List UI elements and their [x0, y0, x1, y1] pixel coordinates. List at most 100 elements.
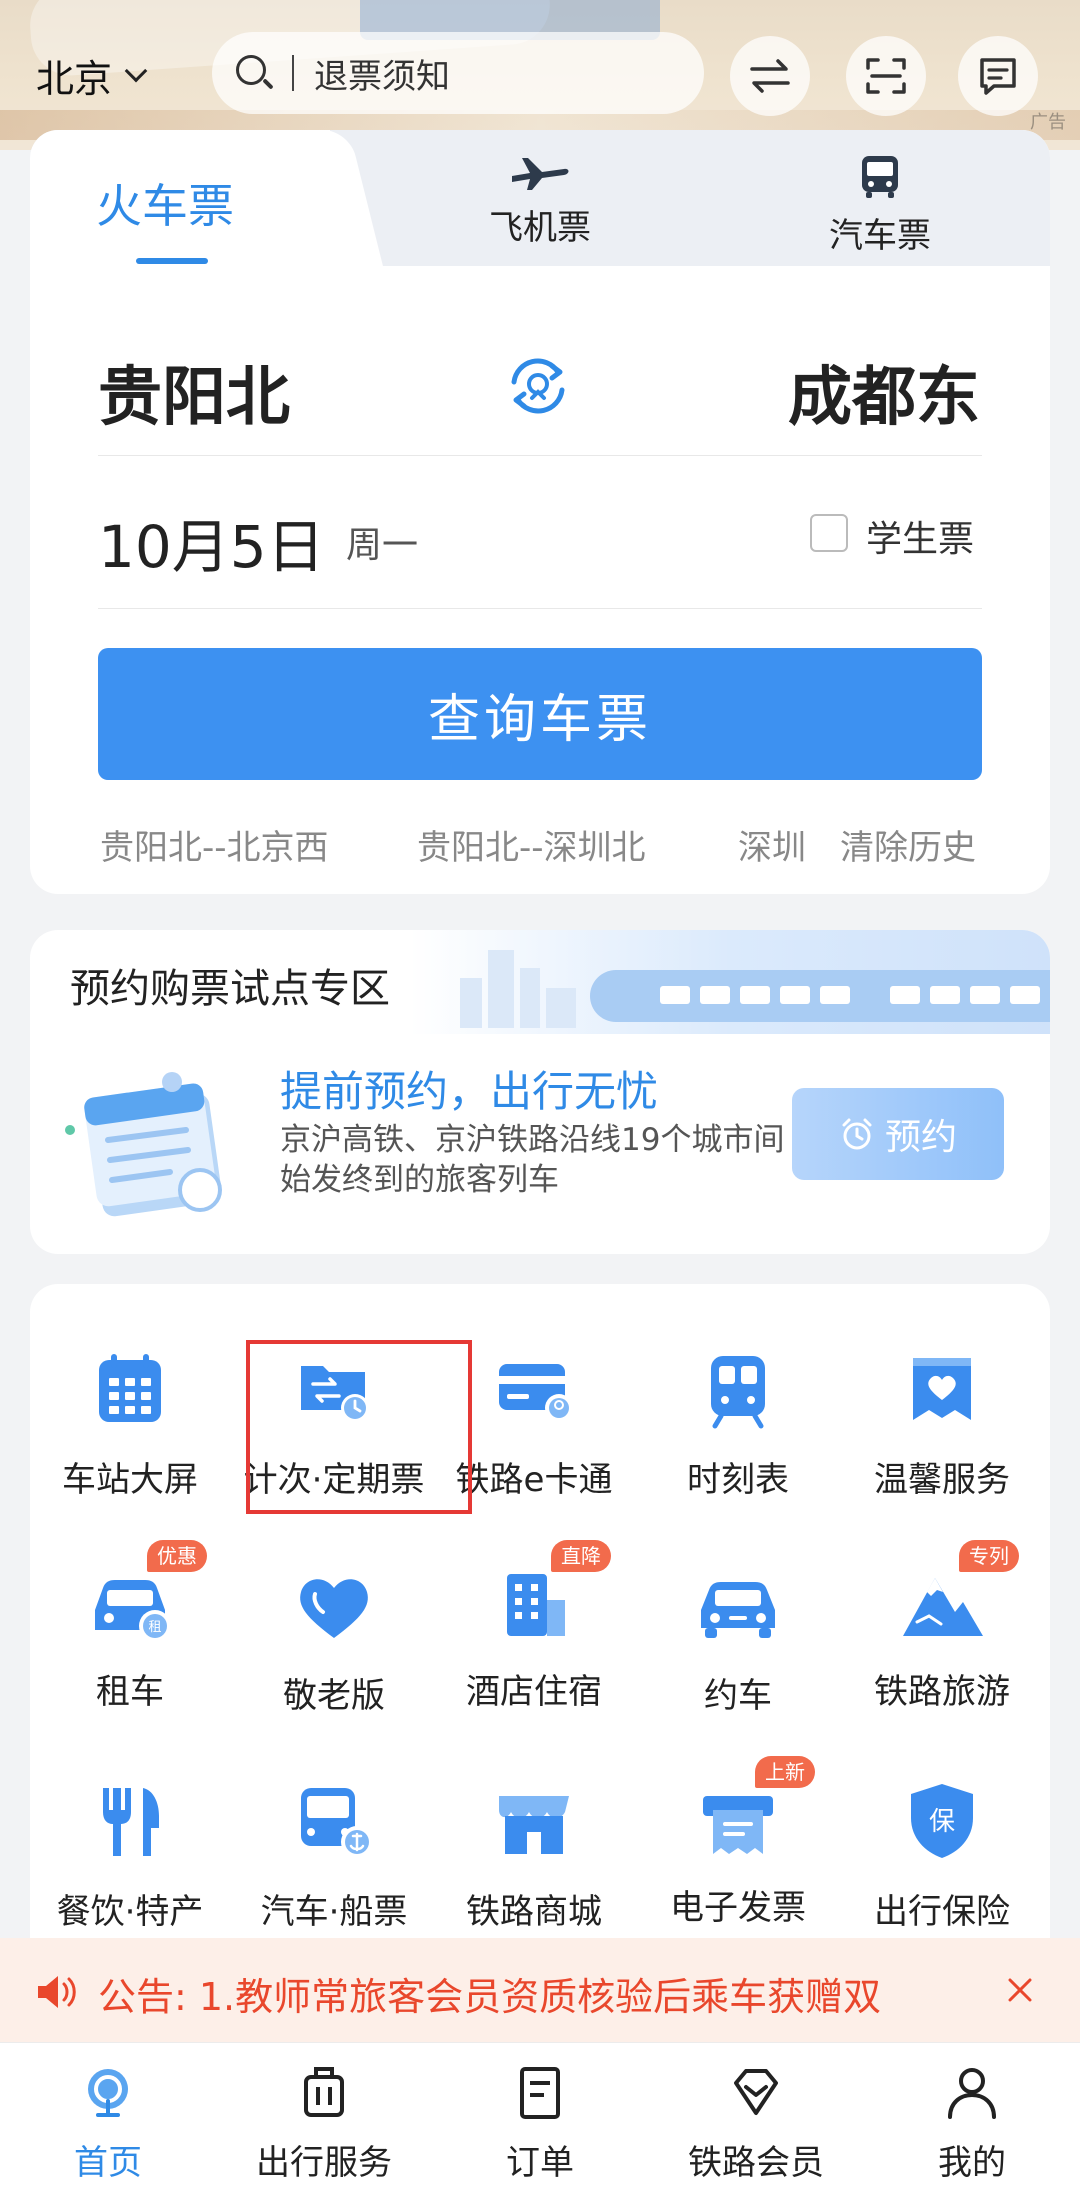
reservation-slogan: 提前预约，出行无忧 [280, 1067, 659, 1116]
service-bus-ship[interactable]: 汽车·船票 [234, 1776, 434, 1933]
shop-icon [499, 1796, 569, 1854]
service-e-invoice[interactable]: 上新 电子发票 [638, 1756, 838, 1929]
ticket-search-card: 火车票 飞机票 汽车票 贵阳北 成都东 10月5日 周一 学生票 查询车票 贵阳… [30, 130, 1050, 894]
service-label: 敬老版 [283, 1676, 385, 1716]
weekday-label: 周一 [346, 525, 419, 566]
car-rent-icon: 租 [95, 1580, 171, 1642]
service-label: 约车 [704, 1676, 772, 1716]
plane-icon [512, 158, 569, 190]
shield-icon: 保 [911, 1784, 973, 1858]
to-station[interactable]: 成都东 [788, 346, 980, 438]
heart-icon [300, 1579, 368, 1638]
car-icon [701, 1582, 775, 1638]
bottom-navigation: 首页 出行服务 订单 铁路会员 我的 [0, 2042, 1080, 2208]
reserve-button[interactable]: 预约 [792, 1088, 1004, 1180]
tab-flight-label: 飞机票 [489, 208, 591, 248]
tab-flight[interactable]: 飞机票 [440, 152, 640, 249]
search-cursor [292, 55, 294, 91]
service-rail-mall[interactable]: 铁路商城 [434, 1776, 634, 1933]
service-ride-hailing[interactable]: 约车 [638, 1560, 838, 1717]
service-label: 电子发票 [670, 1888, 806, 1928]
nav-label: 订单 [506, 2143, 574, 2183]
reservation-card: 预约购票试点专区 提前预约，出行无忧 京沪高铁、京沪铁路沿线19个城市间始发终到… [30, 930, 1050, 1254]
nav-label: 铁路会员 [688, 2143, 824, 2183]
divider [98, 455, 982, 456]
nav-rail-member[interactable]: 铁路会员 [656, 2063, 856, 2184]
clear-history-button[interactable]: 清除历史 [840, 820, 976, 869]
history-item[interactable]: 贵阳北--北京西 [100, 820, 329, 869]
bus-icon [862, 156, 898, 198]
student-ticket-label[interactable]: 学生票 [866, 510, 974, 562]
mountain-icon [903, 1578, 983, 1636]
luggage-icon [304, 2067, 344, 2117]
swap-icon[interactable] [730, 36, 810, 116]
home-icon [88, 2069, 128, 2117]
notice-text: 公告: 1.教师常旅客会员资质核验后乘车获赠双 [98, 1975, 882, 2019]
service-hotel[interactable]: 直降 酒店住宿 [434, 1540, 634, 1713]
order-icon [520, 2067, 560, 2119]
service-insurance[interactable]: 保 出行保险 [842, 1776, 1042, 1933]
swap-circle-icon [511, 358, 565, 414]
service-car-rental[interactable]: 租 优惠 租车 [30, 1540, 230, 1713]
scan-icon[interactable] [846, 36, 926, 116]
nav-label: 首页 [74, 2143, 142, 2183]
service-label: 酒店住宿 [466, 1672, 602, 1712]
notice-bar[interactable]: 公告: 1.教师常旅客会员资质核验后乘车获赠双 [0, 1938, 1080, 2042]
service-rail-tourism[interactable]: 专列 铁路旅游 [842, 1540, 1042, 1713]
message-icon[interactable] [958, 36, 1038, 116]
service-label: 出行保险 [874, 1892, 1010, 1932]
search-text: 退票须知 [314, 56, 450, 97]
from-station[interactable]: 贵阳北 [98, 346, 290, 438]
service-label: 车站大屏 [62, 1460, 198, 1500]
promo-badge: 优惠 [147, 1540, 207, 1572]
reservation-title: 预约购票试点专区 [70, 966, 390, 1012]
skyline-decoration [460, 948, 580, 1028]
tab-bus-label: 汽车票 [829, 216, 931, 256]
search-bar[interactable]: 退票须知 [212, 32, 704, 114]
service-station-screen[interactable]: 车站大屏 [30, 1344, 230, 1501]
calendar-grid-icon [99, 1354, 161, 1422]
service-label: 温馨服务 [874, 1460, 1010, 1500]
tab-indicator [136, 258, 208, 264]
nav-label: 我的 [938, 2143, 1006, 2183]
chevron-down-icon [124, 59, 148, 82]
heart-box-icon [913, 1358, 971, 1420]
svg-text:保: 保 [929, 1807, 955, 1837]
close-icon[interactable] [1004, 1974, 1036, 2006]
calendar-illustration [65, 1072, 222, 1217]
service-food[interactable]: 餐饮·特产 [30, 1776, 230, 1933]
service-label: 汽车·船票 [260, 1892, 408, 1932]
history-item[interactable]: 深圳: [738, 820, 804, 869]
tab-train-label[interactable]: 火车票 [96, 170, 234, 236]
promo-badge: 专列 [959, 1540, 1019, 1572]
swap-stations-button[interactable] [500, 348, 576, 424]
nav-orders[interactable]: 订单 [440, 2063, 640, 2184]
card-icon [499, 1364, 573, 1422]
train-decoration [590, 970, 1050, 1022]
svg-text:租: 租 [148, 1620, 161, 1635]
travel-date[interactable]: 10月5日 [98, 500, 325, 584]
bus-anchor-icon [301, 1788, 373, 1858]
history-item[interactable]: 贵阳北--深圳北 [417, 820, 646, 869]
query-tickets-button[interactable]: 查询车票 [98, 648, 982, 780]
service-label: 铁路商城 [466, 1892, 602, 1932]
reserve-button-label: 预约 [884, 1117, 957, 1158]
divider [98, 608, 982, 609]
city-selector[interactable]: 北京 [36, 48, 148, 103]
service-warm-service[interactable]: 温馨服务 [842, 1344, 1042, 1501]
service-elder-mode[interactable]: 敬老版 [234, 1560, 434, 1717]
search-icon [234, 53, 274, 93]
nav-mine[interactable]: 我的 [872, 2063, 1072, 2184]
service-label: 时刻表 [687, 1460, 789, 1500]
user-icon [948, 2068, 996, 2119]
service-timetable[interactable]: 时刻表 [638, 1344, 838, 1501]
tab-bus[interactable]: 汽车票 [780, 152, 980, 257]
diamond-icon [734, 2069, 778, 2115]
services-grid: 车站大屏 计次·定期票 铁路e卡通 时刻表 温馨服务 租 优惠 租车 敬老版 直… [30, 1284, 1050, 1944]
nav-label: 出行服务 [256, 2143, 392, 2183]
promo-badge: 直降 [551, 1540, 611, 1572]
student-ticket-checkbox[interactable] [810, 514, 848, 552]
nav-travel-service[interactable]: 出行服务 [224, 2063, 424, 2184]
nav-home[interactable]: 首页 [8, 2063, 208, 2184]
service-label: 铁路旅游 [874, 1672, 1010, 1712]
